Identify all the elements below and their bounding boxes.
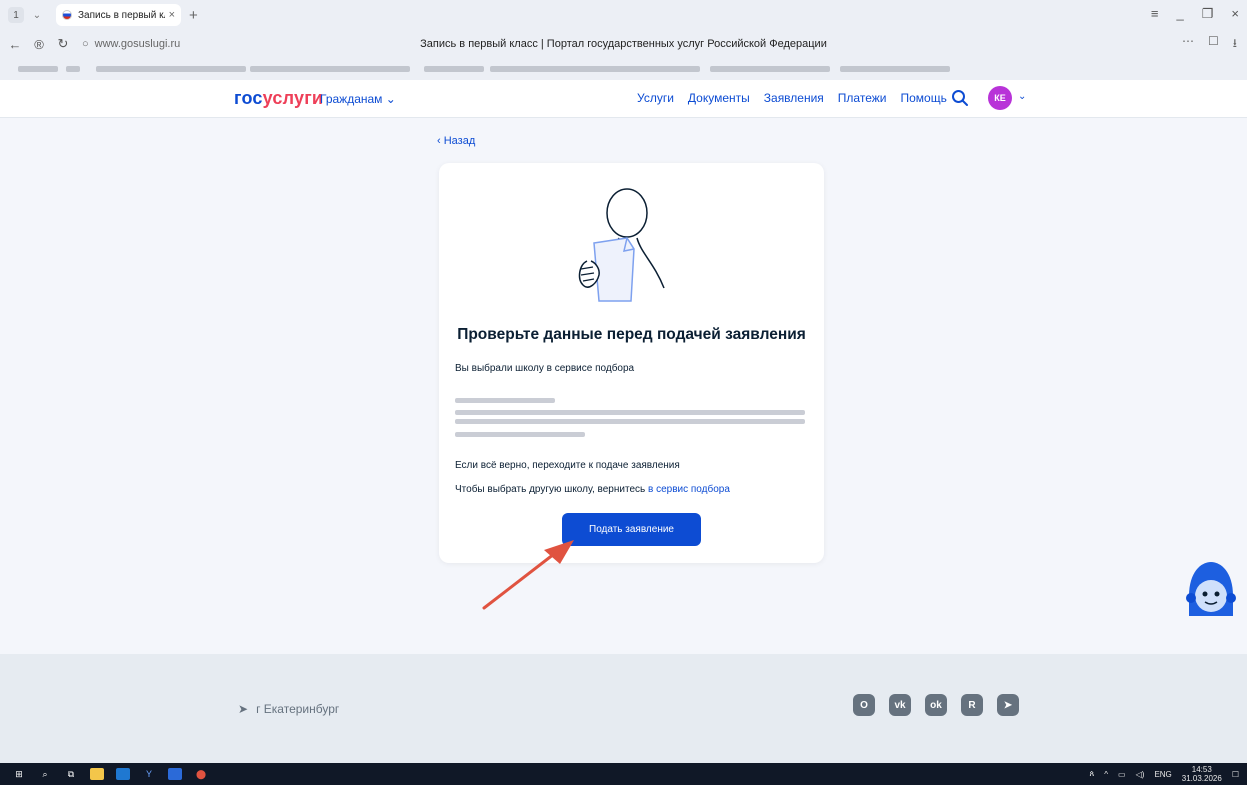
menu-icon[interactable]: ≡	[1151, 6, 1159, 22]
search-taskbar-icon[interactable]: ⌕	[38, 768, 52, 780]
selection-service-link[interactable]: в сервис подбора	[648, 484, 730, 495]
nav-item-help[interactable]: Помощь	[900, 91, 946, 105]
browser-tab-strip: 1 ⌄ Запись в первый класс × + ≡ _ ❐ ×	[0, 0, 1247, 30]
clock[interactable]: 14:53 31.03.2026	[1182, 765, 1222, 783]
gosuslugi-logo[interactable]: госуслуги	[234, 88, 323, 109]
bookmark-blurred[interactable]	[250, 66, 410, 72]
confirmation-card: Проверьте данные перед подачей заявления…	[439, 163, 824, 563]
close-window-icon[interactable]: ×	[1231, 6, 1239, 22]
bookmark-blurred[interactable]	[66, 66, 80, 72]
odnoklassniki-o-icon[interactable]: O	[853, 694, 875, 716]
back-link[interactable]: ‹ Назад	[437, 135, 475, 147]
user-tray-icon[interactable]: ጰ	[1090, 769, 1095, 779]
chevron-left-icon: ‹	[437, 135, 444, 147]
telegram-icon[interactable]: ➤	[997, 694, 1019, 716]
restore-icon[interactable]: ❐	[1202, 6, 1214, 22]
card-title: Проверьте данные перед подачей заявления	[457, 326, 806, 343]
chevron-down-icon: ⌄	[385, 92, 396, 106]
address-bar-actions: ⋯ ☐ ⭳	[1182, 34, 1237, 55]
reload-icon[interactable]: ↻	[54, 36, 72, 52]
more-icon[interactable]: ⋯	[1182, 34, 1194, 55]
clock-date: 31.03.2026	[1181, 774, 1222, 783]
clock-time: 14:53	[1191, 765, 1212, 774]
tab-count-badge[interactable]: 1	[8, 7, 24, 23]
confirm-text: Если всё верно, переходите к подаче заяв…	[455, 460, 680, 471]
social-links: O vk ok R ➤	[853, 694, 1019, 716]
bookmarks-bar	[0, 58, 1247, 80]
app-icon[interactable]: ⬤	[194, 768, 208, 780]
language-indicator[interactable]: ENG	[1154, 770, 1171, 779]
other-school-text: Чтобы выбрать другую школу, вернитесь	[455, 484, 646, 495]
submit-application-button[interactable]: Подать заявление	[562, 513, 701, 546]
blurred-school-name	[455, 398, 555, 403]
avatar[interactable]: КЕ	[988, 86, 1012, 110]
search-icon[interactable]	[950, 88, 970, 108]
rutube-icon[interactable]: R	[961, 694, 983, 716]
bookmark-blurred[interactable]	[710, 66, 830, 72]
school-selected-text: Вы выбрали школу в сервисе подбора	[455, 363, 635, 374]
location-arrow-icon: ➤	[238, 702, 249, 716]
volume-icon[interactable]: ◁)	[1136, 770, 1145, 779]
word-icon[interactable]	[168, 768, 182, 780]
network-icon[interactable]: ▭	[1118, 770, 1126, 779]
site-header: госуслуги Гражданам ⌄ Услуги Документы З…	[0, 80, 1247, 118]
back-link-label: Назад	[443, 135, 476, 147]
nav-item-payments[interactable]: Платежи	[838, 91, 887, 105]
profile-chevron-down-icon[interactable]: ⌄	[1018, 91, 1026, 102]
outlook-icon[interactable]	[116, 768, 130, 780]
tab-title: Запись в первый класс	[78, 9, 165, 21]
task-view-icon[interactable]: ⧉	[64, 768, 78, 780]
bookmark-blurred[interactable]	[18, 66, 58, 72]
browser-tab-active[interactable]: Запись в первый класс ×	[56, 4, 181, 26]
person-with-document-illustration	[578, 188, 665, 302]
bookmark-blurred[interactable]	[840, 66, 950, 72]
ok-icon[interactable]: ok	[925, 694, 947, 716]
window-controls: ≡ _ ❐ ×	[1151, 6, 1239, 22]
annotation-arrow	[482, 540, 574, 610]
city-selector[interactable]: ➤ г Екатеринбург	[238, 702, 339, 716]
windows-taskbar: ⊞ ⌕ ⧉ Y ⬤ ጰ ^ ▭ ◁) ENG 14:53 31.03.2026 …	[0, 763, 1247, 785]
back-arrow-icon[interactable]: ←	[6, 37, 24, 52]
flag-icon	[62, 10, 72, 20]
shield-icon: ○	[82, 38, 89, 50]
logo-part-uslugi: услуги	[262, 88, 324, 108]
audience-label: Гражданам	[320, 92, 383, 106]
blurred-school-address	[455, 419, 805, 424]
url-field[interactable]: ○ www.gosuslugi.ru	[82, 38, 180, 50]
url-text: www.gosuslugi.ru	[94, 38, 181, 50]
logo-part-gos: гос	[234, 88, 263, 108]
address-bar: ← ® ↻ ○ www.gosuslugi.ru Запись в первый…	[0, 30, 1247, 58]
vk-icon[interactable]: vk	[889, 694, 911, 716]
city-label: г Екатеринбург	[256, 702, 340, 716]
nav-item-documents[interactable]: Документы	[688, 91, 750, 105]
site-footer: ➤ г Екатеринбург O vk ok R ➤	[0, 654, 1247, 763]
other-school-line: Чтобы выбрать другую школу, вернитесь в …	[455, 484, 730, 495]
notifications-icon[interactable]: ☐	[1232, 770, 1239, 779]
windows-start-icon[interactable]: ⊞	[12, 768, 26, 780]
page-title: Запись в первый класс | Портал государст…	[420, 38, 827, 50]
blurred-school-address	[455, 410, 805, 415]
audience-dropdown[interactable]: Гражданам ⌄	[320, 92, 396, 106]
bookmark-blurred[interactable]	[490, 66, 700, 72]
bookmark-icon[interactable]: ☐	[1208, 34, 1219, 55]
assistant-robot-icon[interactable]	[1183, 558, 1238, 620]
system-tray: ጰ ^ ▭ ◁) ENG 14:53 31.03.2026 ☐	[1090, 763, 1240, 785]
file-explorer-icon[interactable]	[90, 768, 104, 780]
nav-item-services[interactable]: Услуги	[637, 91, 674, 105]
close-tab-icon[interactable]: ×	[169, 9, 175, 21]
main-nav: Услуги Документы Заявления Платежи Помощ…	[637, 91, 947, 105]
chevron-up-icon[interactable]: ^	[1104, 770, 1108, 779]
minimize-icon[interactable]: _	[1177, 6, 1184, 22]
new-tab-icon[interactable]: +	[189, 7, 198, 24]
tab-list-chevron-icon[interactable]: ⌄	[28, 6, 46, 24]
nav-item-applications[interactable]: Заявления	[764, 91, 824, 105]
yandex-icon[interactable]: ®	[30, 37, 48, 52]
yandex-browser-icon[interactable]: Y	[142, 768, 156, 780]
downloads-icon[interactable]: ⭳	[1233, 34, 1237, 55]
bookmark-blurred[interactable]	[96, 66, 246, 72]
blurred-school-address	[455, 432, 585, 437]
bookmark-blurred[interactable]	[424, 66, 484, 72]
